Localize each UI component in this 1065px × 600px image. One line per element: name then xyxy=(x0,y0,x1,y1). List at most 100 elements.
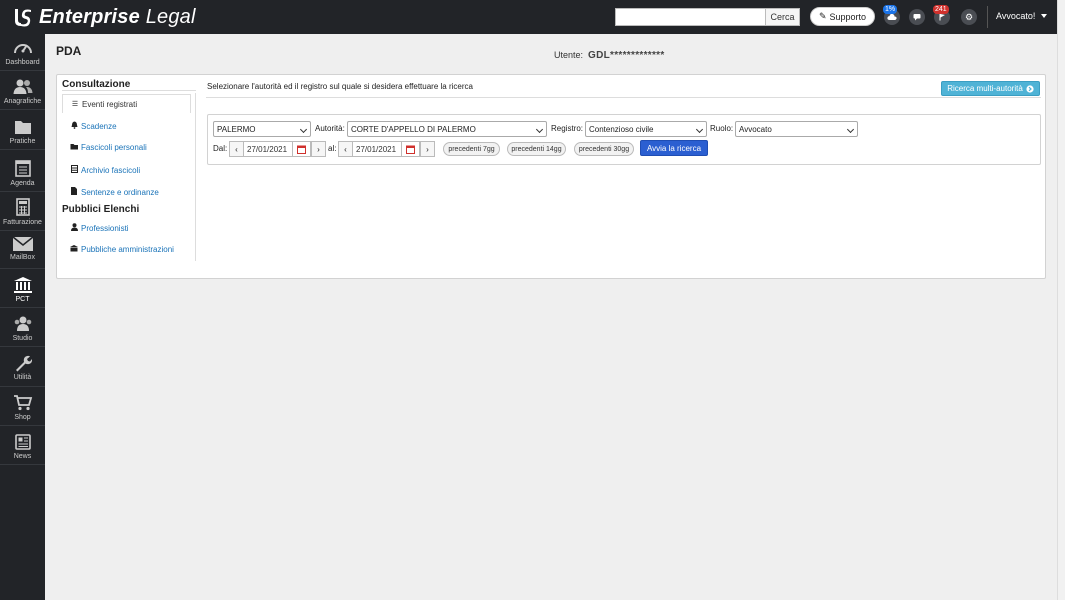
user-info: Utente: GDL************* xyxy=(554,50,665,61)
folder-open-icon xyxy=(70,143,78,152)
registro-select-value: Contenzioso civile xyxy=(589,124,654,134)
calendar-button[interactable] xyxy=(292,141,311,157)
menu-item-sentenze-ordinanze[interactable]: Sentenze e ordinanze xyxy=(70,187,159,197)
sidebar-item-agenda[interactable]: Agenda xyxy=(0,158,45,187)
previous-7-days-button[interactable]: precedenti 7gg xyxy=(443,142,500,156)
menu-item-eventi-registrati[interactable]: ☰ Eventi registrati xyxy=(62,94,191,113)
app-logo[interactable]: Enterprise Legal xyxy=(12,5,196,29)
envelope-icon xyxy=(12,236,33,251)
sidebar-label: News xyxy=(13,453,32,460)
search-bar: Cerca xyxy=(615,8,800,26)
al-date-input[interactable]: 27/01/2021 xyxy=(353,141,401,157)
registro-label: Registro: xyxy=(551,124,584,133)
sidebar-label: PCT xyxy=(15,296,30,303)
registro-select[interactable]: Contenzioso civile xyxy=(585,121,707,137)
next-day-button[interactable]: › xyxy=(420,141,435,157)
chevron-right-icon: › xyxy=(426,144,429,154)
document-icon xyxy=(70,187,78,197)
sidebar-label: MailBox xyxy=(10,254,35,261)
caret-down-icon xyxy=(1041,14,1048,18)
search-form: PALERMO Autorità: CORTE D'APPELLO DI PAL… xyxy=(207,114,1041,165)
notification-badge: 241 xyxy=(933,5,949,14)
top-bar: Enterprise Legal Cerca ✎ Supporto 1% 241… xyxy=(0,0,1057,34)
sidebar-item-fatturazione[interactable]: Fatturazione xyxy=(0,197,45,226)
circle-arrow-right-icon xyxy=(1026,84,1034,93)
sidebar-item-pct[interactable]: PCT xyxy=(0,276,45,303)
scrollbar[interactable] xyxy=(1057,0,1065,600)
autorita-select-value: CORTE D'APPELLO DI PALERMO xyxy=(351,124,476,134)
bell-icon xyxy=(70,121,78,131)
divider xyxy=(0,425,45,426)
city-select[interactable]: PALERMO xyxy=(213,121,311,137)
folder-icon xyxy=(14,121,31,134)
menu-item-fascicoli-personali[interactable]: Fascicoli personali xyxy=(70,143,147,152)
previous-14-days-button[interactable]: precedenti 14gg xyxy=(507,142,566,156)
start-search-button[interactable]: Avvia la ricerca xyxy=(640,140,708,156)
prev-day-button[interactable]: ‹ xyxy=(229,141,244,157)
support-button[interactable]: ✎ Supporto xyxy=(810,7,875,26)
user-menu[interactable]: Avvocato! xyxy=(996,11,1048,21)
newspaper-icon xyxy=(14,434,31,450)
divider xyxy=(0,230,45,231)
sidebar-item-anagrafiche[interactable]: Anagrafiche xyxy=(0,78,45,105)
app-name: Enterprise Legal xyxy=(39,5,196,28)
chevron-down-icon xyxy=(299,125,308,134)
chat-icon xyxy=(913,14,921,21)
dal-date-picker: ‹ 27/01/2021 › xyxy=(229,141,326,157)
pencil-icon: ✎ xyxy=(818,11,827,21)
divider xyxy=(0,346,45,347)
user-value: GDL************* xyxy=(588,50,665,61)
sidebar: Dashboard Anagrafiche Pratiche Agenda Fa… xyxy=(0,34,45,600)
previous-30-days-button[interactable]: precedenti 30gg xyxy=(574,142,634,156)
courthouse-icon xyxy=(13,277,32,293)
cloud-icon xyxy=(887,13,897,20)
menu-label: Scadenze xyxy=(81,121,117,131)
settings-button[interactable]: ⚙ xyxy=(961,9,977,25)
ruolo-select[interactable]: Avvocato xyxy=(735,121,858,137)
menu-item-pubbliche-amministrazioni[interactable]: Pubbliche amministrazioni xyxy=(70,245,174,254)
page-title: PDA xyxy=(56,44,82,58)
divider xyxy=(987,6,988,28)
autorita-select[interactable]: CORTE D'APPELLO DI PALERMO xyxy=(347,121,547,137)
sidebar-label: Anagrafiche xyxy=(3,98,42,105)
calculator-icon xyxy=(15,198,30,216)
al-date-picker: ‹ 27/01/2021 › xyxy=(338,141,435,157)
menu-item-professionisti[interactable]: Professionisti xyxy=(70,223,129,233)
user-menu-label: Avvocato! xyxy=(996,11,1036,21)
ruolo-select-value: Avvocato xyxy=(739,124,772,134)
sidebar-item-news[interactable]: News xyxy=(0,433,45,460)
menu-label: Sentenze e ordinanze xyxy=(81,187,159,197)
flag-icon xyxy=(939,13,945,21)
sidebar-item-dashboard[interactable]: Dashboard xyxy=(0,39,45,66)
person-icon xyxy=(70,223,78,233)
sidebar-item-utilita[interactable]: Utilità xyxy=(0,354,45,381)
dal-date-input[interactable]: 27/01/2021 xyxy=(244,141,292,157)
next-day-button[interactable]: › xyxy=(311,141,326,157)
gear-icon: ⚙ xyxy=(964,11,974,22)
menu-label: Professionisti xyxy=(81,223,129,233)
chevron-down-icon xyxy=(695,125,704,134)
support-label: Supporto xyxy=(829,11,867,22)
group-icon xyxy=(14,316,31,331)
city-select-value: PALERMO xyxy=(217,124,256,134)
chat-button[interactable] xyxy=(909,9,925,25)
search-button[interactable]: Cerca xyxy=(765,8,800,26)
dal-label: Dal: xyxy=(213,144,228,153)
prev-day-button[interactable]: ‹ xyxy=(338,141,353,157)
sidebar-label: Pratiche xyxy=(9,138,36,145)
sidebar-item-mailbox[interactable]: MailBox xyxy=(0,236,45,261)
sidebar-item-pratiche[interactable]: Pratiche xyxy=(0,118,45,145)
sidebar-label: Agenda xyxy=(10,180,35,187)
sidebar-item-shop[interactable]: Shop xyxy=(0,394,45,421)
divider xyxy=(0,70,45,71)
calendar-button[interactable] xyxy=(401,141,420,157)
cart-icon xyxy=(13,395,32,411)
gauge-icon xyxy=(13,44,32,54)
sidebar-label: Dashboard xyxy=(5,59,40,66)
multi-authority-search-button[interactable]: Ricerca multi-autorità xyxy=(941,81,1040,96)
menu-item-archivio-fascicoli[interactable]: Archivio fascicoli xyxy=(70,165,140,175)
menu-item-scadenze[interactable]: Scadenze xyxy=(70,121,117,131)
sidebar-item-studio[interactable]: Studio xyxy=(0,315,45,342)
archive-icon xyxy=(70,165,78,175)
search-input[interactable] xyxy=(615,8,765,26)
